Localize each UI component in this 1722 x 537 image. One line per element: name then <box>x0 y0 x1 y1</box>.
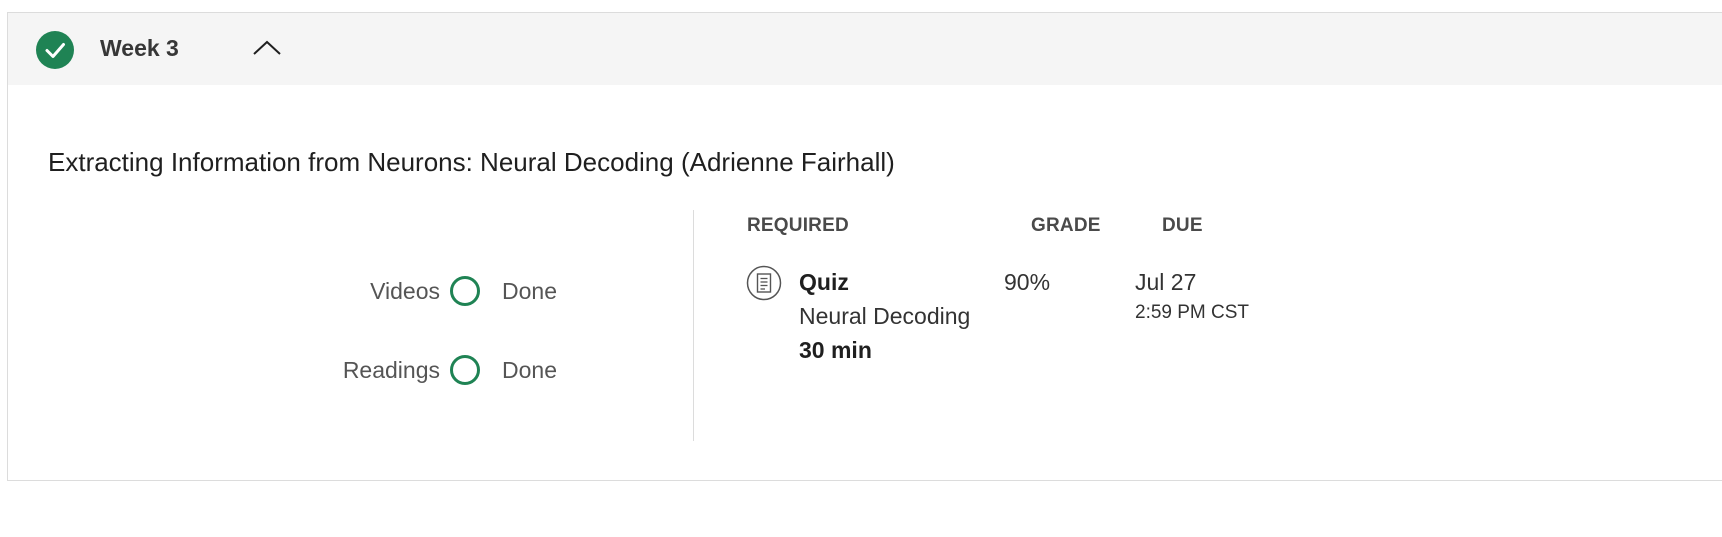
progress-ring-icon <box>450 355 480 385</box>
progress-status: Done <box>502 278 557 304</box>
column-header-grade: GRADE <box>1031 215 1101 236</box>
week-card: Week 3 Extracting Information from Neuro… <box>7 12 1722 481</box>
item-name-link[interactable]: Neural Decoding <box>799 303 970 330</box>
item-grade: 90% <box>1004 269 1051 295</box>
progress-videos: Videos Done <box>8 270 568 310</box>
week-header[interactable]: Week 3 <box>8 13 1722 85</box>
check-circle-icon <box>36 31 74 69</box>
quiz-icon <box>746 265 782 301</box>
progress-label: Videos <box>370 278 440 304</box>
week-title: Week 3 <box>100 35 179 61</box>
progress-status: Done <box>502 357 557 383</box>
progress-label: Readings <box>342 357 440 383</box>
divider <box>693 210 694 441</box>
progress-readings: Readings Done <box>8 349 568 389</box>
item-due-time: 2:59 PM CST <box>1135 302 1250 323</box>
progress-ring-icon <box>450 276 480 306</box>
module-title: Extracting Information from Neurons: Neu… <box>48 147 895 177</box>
item-duration: 30 min <box>799 337 872 363</box>
column-header-required: REQUIRED <box>747 215 849 236</box>
column-header-due: DUE <box>1162 215 1203 236</box>
item-type: Quiz <box>799 269 849 295</box>
chevron-up-icon[interactable] <box>252 37 282 59</box>
item-due-date: Jul 27 <box>1135 269 1197 295</box>
